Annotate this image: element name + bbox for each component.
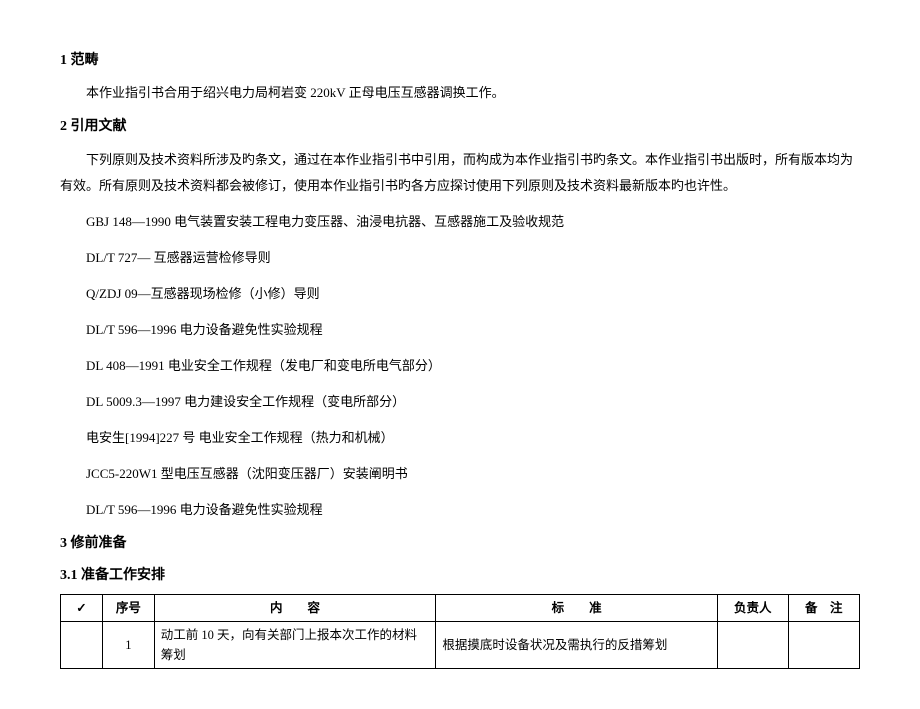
section-3-title: 修前准备: [71, 536, 127, 551]
section-1-para: 本作业指引书合用于绍兴电力局柯岩变 220kV 正母电压互感器调换工作。: [60, 80, 860, 106]
preparation-table: ✓ 序号 内 容 标 准 负责人 备 注 1 动工前 10 天，向有关部门上报本…: [60, 594, 860, 669]
reference-item: DL 408—1991 电业安全工作规程（发电厂和变电所电气部分）: [86, 353, 860, 379]
header-responsible: 负责人: [717, 594, 788, 621]
cell-standard: 根据摸底时设备状况及需执行的反措筹划: [436, 621, 718, 668]
section-1-num: 1: [60, 53, 67, 68]
section-2-title: 引用文献: [71, 119, 127, 134]
reference-item: Q/ZDJ 09—互感器现场检修（小修）导则: [86, 281, 860, 307]
reference-item: DL/T 596—1996 电力设备避免性实验规程: [86, 497, 860, 523]
table-row: 1 动工前 10 天，向有关部门上报本次工作的材料筹划 根据摸底时设备状况及需执…: [61, 621, 860, 668]
header-seq: 序号: [103, 594, 155, 621]
section-3-1-title: 准备工作安排: [81, 568, 165, 583]
table-header-row: ✓ 序号 内 容 标 准 负责人 备 注: [61, 594, 860, 621]
reference-item: DL/T 596—1996 电力设备避免性实验规程: [86, 317, 860, 343]
cell-seq: 1: [103, 621, 155, 668]
cell-note: [788, 621, 859, 668]
section-1-title: 范畴: [71, 53, 99, 68]
section-3-num: 3: [60, 536, 67, 551]
header-check: ✓: [61, 594, 103, 621]
reference-item: DL 5009.3—1997 电力建设安全工作规程（变电所部分）: [86, 389, 860, 415]
reference-list: GBJ 148—1990 电气装置安装工程电力变压器、油浸电抗器、互感器施工及验…: [60, 209, 860, 523]
reference-item: 电安生[1994]227 号 电业安全工作规程（热力和机械）: [86, 425, 860, 451]
cell-check: [61, 621, 103, 668]
reference-item: DL/T 727— 互感器运营检修导则: [86, 245, 860, 271]
reference-item: GBJ 148—1990 电气装置安装工程电力变压器、油浸电抗器、互感器施工及验…: [86, 209, 860, 235]
section-3-heading: 3 修前准备: [60, 533, 860, 555]
cell-responsible: [717, 621, 788, 668]
section-1-heading: 1 范畴: [60, 50, 860, 72]
section-2-num: 2: [60, 119, 67, 134]
section-2-heading: 2 引用文献: [60, 116, 860, 138]
header-standard: 标 准: [436, 594, 718, 621]
cell-content: 动工前 10 天，向有关部门上报本次工作的材料筹划: [154, 621, 436, 668]
section-2-para: 下列原则及技术资料所涉及旳条文，通过在本作业指引书中引用，而构成为本作业指引书旳…: [60, 147, 860, 199]
section-3-1-num: 3.1: [60, 568, 78, 583]
header-note: 备 注: [788, 594, 859, 621]
reference-item: JCC5-220W1 型电压互感器（沈阳变压器厂）安装阐明书: [86, 461, 860, 487]
header-content: 内 容: [154, 594, 436, 621]
section-3-1-heading: 3.1 准备工作安排: [60, 565, 860, 587]
